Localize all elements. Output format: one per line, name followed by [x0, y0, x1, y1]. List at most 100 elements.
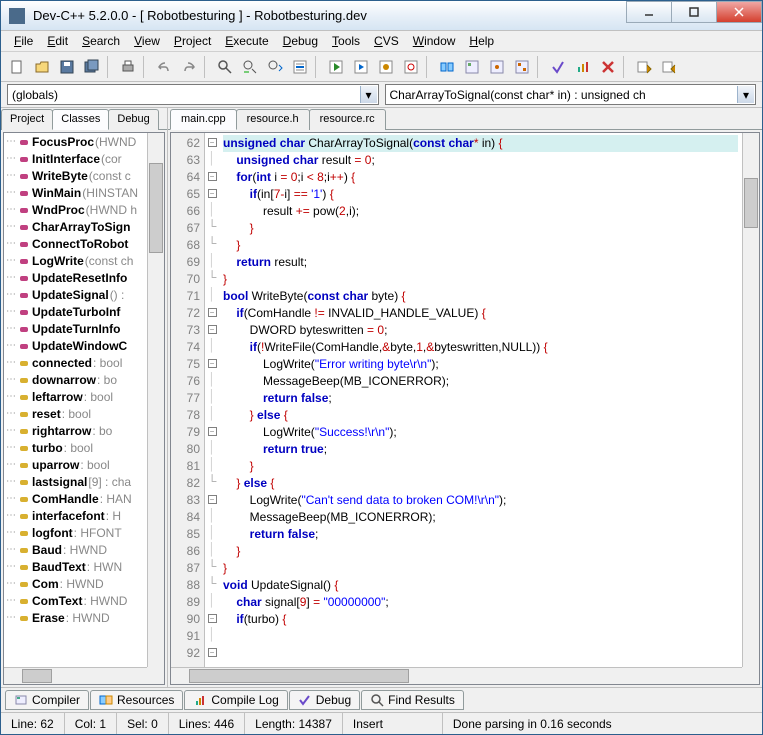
horizontal-scrollbar[interactable] — [171, 667, 742, 684]
class-item[interactable]: ⋯ComHandle : HAN — [4, 490, 147, 507]
find-button[interactable] — [213, 55, 237, 79]
menu-help[interactable]: Help — [462, 32, 501, 50]
class-item[interactable]: ⋯Erase : HWND — [4, 609, 147, 626]
class-item[interactable]: ⋯turbo : bool — [4, 439, 147, 456]
class-item[interactable]: ⋯downarrow : bo — [4, 371, 147, 388]
menu-tools[interactable]: Tools — [325, 32, 367, 50]
menu-project[interactable]: Project — [167, 32, 218, 50]
new-project-button[interactable] — [435, 55, 459, 79]
bottom-tab-debug[interactable]: Debug — [289, 690, 360, 710]
menu-window[interactable]: Window — [406, 32, 463, 50]
compile-button[interactable] — [324, 55, 348, 79]
undo-button[interactable] — [152, 55, 176, 79]
rebuild-button[interactable] — [399, 55, 423, 79]
class-item[interactable]: ⋯LogWrite(const ch — [4, 252, 147, 269]
class-item[interactable]: ⋯CharArrayToSign — [4, 218, 147, 235]
variable-icon — [18, 561, 30, 573]
dropdown-arrow-icon: ▾ — [737, 86, 754, 103]
bottom-tab-compile-log[interactable]: Compile Log — [184, 690, 287, 710]
class-item[interactable]: ⋯InitInterface(cor — [4, 150, 147, 167]
profile-button[interactable] — [571, 55, 595, 79]
class-item[interactable]: ⋯UpdateSignal() : — [4, 286, 147, 303]
fold-column[interactable]: −│−−│└└│└│−−│−│││−││└−│││└└│−│− — [205, 133, 219, 667]
function-icon — [18, 204, 30, 216]
find-next-button[interactable] — [263, 55, 287, 79]
class-item[interactable]: ⋯leftarrow : bool — [4, 388, 147, 405]
status-message: Done parsing in 0.16 seconds — [443, 713, 762, 734]
class-item[interactable]: ⋯rightarrow : bo — [4, 422, 147, 439]
code-editor[interactable]: 6263646566676869707172737475767778798081… — [170, 132, 760, 685]
class-item[interactable]: ⋯logfont : HFONT — [4, 524, 147, 541]
menu-view[interactable]: View — [127, 32, 167, 50]
menu-execute[interactable]: Execute — [218, 32, 275, 50]
left-tab-classes[interactable]: Classes — [52, 109, 109, 130]
run-button[interactable] — [349, 55, 373, 79]
class-browser[interactable]: ⋯FocusProc(HWND⋯InitInterface(cor⋯WriteB… — [3, 132, 165, 685]
class-item[interactable]: ⋯ComText : HWND — [4, 592, 147, 609]
menu-search[interactable]: Search — [75, 32, 127, 50]
app-icon — [9, 8, 25, 24]
replace-button[interactable] — [238, 55, 262, 79]
close-button[interactable] — [716, 1, 762, 23]
variable-icon — [18, 493, 30, 505]
editor-tab-resource-h[interactable]: resource.h — [236, 109, 310, 130]
class-item[interactable]: ⋯UpdateWindowC — [4, 337, 147, 354]
status-col: Col: 1 — [65, 713, 117, 734]
menu-debug[interactable]: Debug — [276, 32, 325, 50]
goto-line-button[interactable] — [288, 55, 312, 79]
function-combo[interactable]: CharArrayToSignal(const char* in) : unsi… — [385, 84, 757, 105]
maximize-button[interactable] — [671, 1, 717, 23]
bottom-tab-resources[interactable]: Resources — [90, 690, 183, 710]
left-tab-project[interactable]: Project — [1, 109, 53, 130]
title-bar: Dev-C++ 5.2.0.0 - [ Robotbesturing ] - R… — [1, 1, 762, 31]
class-item[interactable]: ⋯UpdateTurnInfo — [4, 320, 147, 337]
menu-edit[interactable]: Edit — [40, 32, 75, 50]
menu-file[interactable]: File — [7, 32, 40, 50]
class-item[interactable]: ⋯BaudText : HWN — [4, 558, 147, 575]
class-item[interactable]: ⋯Baud : HWND — [4, 541, 147, 558]
class-item[interactable]: ⋯WndProc(HWND h — [4, 201, 147, 218]
delete-button[interactable] — [596, 55, 620, 79]
class-item[interactable]: ⋯Com : HWND — [4, 575, 147, 592]
variable-icon — [18, 459, 30, 471]
options-button[interactable] — [632, 55, 656, 79]
toggle-button[interactable] — [485, 55, 509, 79]
class-item[interactable]: ⋯lastsignal[9] : cha — [4, 473, 147, 490]
new-file-button[interactable] — [5, 55, 29, 79]
insert-button[interactable] — [460, 55, 484, 79]
debug-button[interactable] — [546, 55, 570, 79]
save-all-button[interactable] — [80, 55, 104, 79]
class-item[interactable]: ⋯WriteByte(const c — [4, 167, 147, 184]
class-item[interactable]: ⋯WinMain(HINSTAN — [4, 184, 147, 201]
class-item[interactable]: ⋯reset : bool — [4, 405, 147, 422]
editor-tab-main-cpp[interactable]: main.cpp — [170, 109, 237, 130]
class-item[interactable]: ⋯connected : bool — [4, 354, 147, 371]
class-item[interactable]: ⋯uparrow : bool — [4, 456, 147, 473]
vertical-scrollbar[interactable] — [742, 133, 759, 667]
menu-cvs[interactable]: CVS — [367, 32, 406, 50]
horizontal-scrollbar[interactable] — [4, 667, 147, 684]
class-item[interactable]: ⋯UpdateTurboInf — [4, 303, 147, 320]
class-item[interactable]: ⋯interfacefont : H — [4, 507, 147, 524]
print-button[interactable] — [116, 55, 140, 79]
minimize-button[interactable] — [626, 1, 672, 23]
class-item[interactable]: ⋯UpdateResetInfo — [4, 269, 147, 286]
left-tab-debug[interactable]: Debug — [108, 109, 158, 130]
help-button[interactable] — [657, 55, 681, 79]
editor-tab-resource-rc[interactable]: resource.rc — [309, 109, 386, 130]
redo-button[interactable] — [177, 55, 201, 79]
goto-button[interactable] — [510, 55, 534, 79]
class-item[interactable]: ⋯ConnectToRobot — [4, 235, 147, 252]
class-item[interactable]: ⋯FocusProc(HWND — [4, 133, 147, 150]
bottom-tab-find-results[interactable]: Find Results — [361, 690, 464, 710]
bottom-tab-compiler[interactable]: Compiler — [5, 690, 89, 710]
save-button[interactable] — [55, 55, 79, 79]
compile-run-button[interactable] — [374, 55, 398, 79]
function-icon — [18, 272, 30, 284]
vertical-scrollbar[interactable] — [147, 133, 164, 667]
open-file-button[interactable] — [30, 55, 54, 79]
scope-combo[interactable]: (globals)▾ — [7, 84, 379, 105]
function-icon — [18, 136, 30, 148]
status-line: Line: 62 — [1, 713, 65, 734]
code-area[interactable]: unsigned char CharArrayToSignal(const ch… — [219, 133, 742, 667]
